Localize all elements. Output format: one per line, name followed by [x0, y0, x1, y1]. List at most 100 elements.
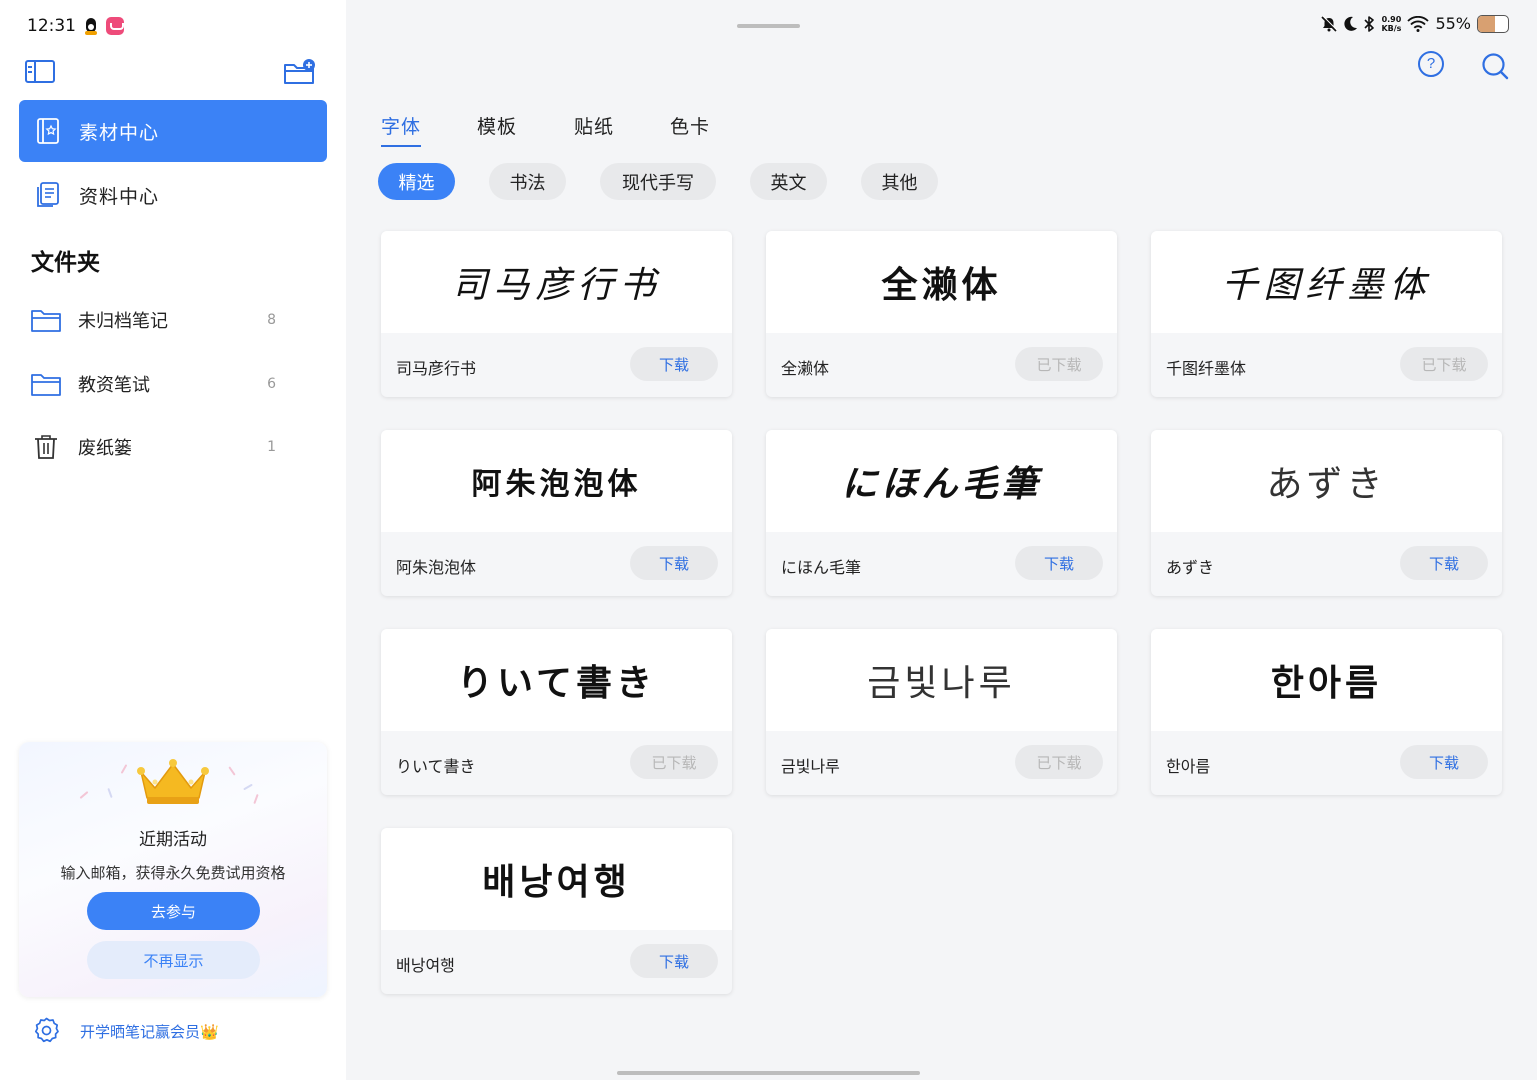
filter-other[interactable]: 其他 — [861, 163, 938, 200]
confetti — [79, 791, 89, 799]
font-card[interactable]: あずき あずき 下载 — [1151, 430, 1502, 596]
battery-percent: 55% — [1435, 14, 1471, 33]
status-time: 12:31 — [27, 16, 124, 36]
font-card[interactable]: 금빛나루 금빛나루 已下载 — [766, 629, 1117, 795]
tab-templates[interactable]: 模板 — [477, 112, 517, 139]
battery-icon — [1477, 14, 1509, 33]
downloaded-button: 已下载 — [1015, 745, 1103, 779]
font-name: 배낭여행 — [396, 956, 455, 975]
tab-color-cards[interactable]: 色卡 — [670, 112, 710, 139]
folder-count: 6 — [267, 376, 276, 392]
font-card[interactable]: にほん毛筆 にほん毛筆 下载 — [766, 430, 1117, 596]
font-card[interactable]: 司马彦行书 司马彦行书 下载 — [381, 231, 732, 397]
download-button[interactable]: 下载 — [1400, 546, 1488, 580]
folder-label: 未归档笔记 — [78, 311, 168, 332]
sidebar: 12:31 素材中心 资料中心 文件夹 未归档笔记 8 教资笔试 6 废纸篓 1… — [0, 0, 346, 1080]
wifi-icon — [1407, 15, 1430, 32]
filter-modern-handwriting[interactable]: 现代手写 — [600, 163, 716, 200]
net-speed-value: 0.90 — [1381, 14, 1402, 24]
crown-icon — [137, 759, 209, 804]
download-button[interactable]: 下载 — [630, 347, 718, 381]
toggle-sidebar-icon[interactable] — [25, 60, 55, 83]
document-icon — [37, 182, 59, 207]
confetti — [253, 793, 259, 805]
promo-description: 输入邮箱，获得永久免费试用资格 — [60, 864, 286, 882]
folder-label: 教资笔试 — [78, 375, 150, 396]
font-preview: あずき — [1151, 430, 1502, 532]
confetti — [228, 766, 236, 776]
font-name: 千图纤墨体 — [1166, 359, 1247, 378]
download-button[interactable]: 下载 — [630, 546, 718, 580]
font-name: 금빛나루 — [781, 757, 840, 776]
nav-item-materials-center[interactable]: 素材中心 — [19, 100, 327, 162]
app-notification-icon — [106, 17, 124, 35]
folder-icon — [31, 310, 61, 332]
clock-text: 12:31 — [27, 16, 76, 36]
font-preview: にほん毛筆 — [766, 430, 1117, 532]
downloaded-button: 已下载 — [1400, 347, 1488, 381]
font-name: 한아름 — [1166, 757, 1211, 776]
qq-icon — [84, 17, 98, 35]
font-preview: 배낭여행 — [381, 828, 732, 930]
material-book-icon — [37, 118, 59, 144]
font-name: りいて書き — [396, 757, 476, 776]
download-button[interactable]: 下载 — [1015, 546, 1103, 580]
nav-item-label: 资料中心 — [79, 185, 160, 208]
window-drag-handle[interactable] — [737, 24, 800, 28]
font-name: あずき — [1166, 558, 1215, 577]
font-name: にほん毛筆 — [781, 558, 862, 577]
font-card[interactable]: 배낭여행 배낭여행 下载 — [381, 828, 732, 994]
folder-item-teacher-exam[interactable]: 教资笔试 6 — [31, 364, 281, 404]
network-speed: 0.90 KB/s — [1381, 15, 1401, 33]
folder-item-unarchived-notes[interactable]: 未归档笔记 8 — [31, 300, 281, 340]
net-speed-unit: KB/s — [1381, 23, 1402, 33]
font-preview: りいて書き — [381, 629, 732, 731]
font-preview: 千图纤墨体 — [1151, 231, 1502, 333]
trash-icon — [35, 435, 57, 459]
moon-icon — [1344, 16, 1358, 31]
folder-count: 1 — [267, 439, 276, 455]
font-card[interactable]: 全濑体 全濑体 已下载 — [766, 231, 1117, 397]
bluetooth-icon — [1364, 15, 1375, 32]
home-indicator[interactable] — [617, 1071, 920, 1075]
battery-level-fill — [1478, 15, 1495, 32]
join-activity-button[interactable]: 去参与 — [87, 892, 260, 930]
filter-english[interactable]: 英文 — [750, 163, 827, 200]
new-folder-icon[interactable] — [283, 58, 317, 86]
folder-item-trash[interactable]: 废纸篓 1 — [31, 427, 281, 467]
tab-fonts[interactable]: 字体 — [381, 112, 422, 147]
status-bar-right: 0.90 KB/s 55% — [1321, 14, 1509, 33]
promo-card: 近期活动 输入邮箱，获得永久免费试用资格 去参与 不再显示 — [19, 742, 327, 997]
tab-stickers[interactable]: 贴纸 — [574, 112, 614, 139]
font-card[interactable]: 千图纤墨体 千图纤墨体 已下载 — [1151, 231, 1502, 397]
font-name: 司马彦行书 — [396, 359, 477, 378]
downloaded-button: 已下载 — [630, 745, 718, 779]
confetti — [243, 783, 253, 791]
downloaded-button: 已下载 — [1015, 347, 1103, 381]
font-preview: 阿朱泡泡体 — [381, 430, 732, 532]
font-preview: 금빛나루 — [766, 629, 1117, 731]
font-card[interactable]: 한아름 한아름 下载 — [1151, 629, 1502, 795]
mute-bell-icon — [1321, 15, 1338, 32]
filter-calligraphy[interactable]: 书法 — [489, 163, 566, 200]
filter-featured[interactable]: 精选 — [378, 163, 455, 200]
confetti — [120, 764, 128, 774]
search-icon[interactable] — [1481, 52, 1509, 80]
font-preview: 司马彦行书 — [381, 231, 732, 333]
help-icon[interactable]: ? — [1418, 51, 1444, 77]
nav-item-resource-center[interactable]: 资料中心 — [19, 164, 327, 226]
back-to-school-promo-link[interactable]: 开学晒笔记赢会员👑 — [80, 1021, 219, 1042]
font-card[interactable]: りいて書き りいて書き 已下载 — [381, 629, 732, 795]
confetti — [107, 787, 113, 799]
dont-show-again-button[interactable]: 不再显示 — [87, 941, 260, 979]
font-name: 全濑体 — [781, 359, 830, 378]
font-preview: 한아름 — [1151, 629, 1502, 731]
folder-label: 废纸篓 — [78, 438, 132, 459]
folder-icon — [31, 374, 61, 396]
download-button[interactable]: 下载 — [630, 944, 718, 978]
font-preview: 全濑体 — [766, 231, 1117, 333]
download-button[interactable]: 下载 — [1400, 745, 1488, 779]
font-card[interactable]: 阿朱泡泡体 阿朱泡泡体 下载 — [381, 430, 732, 596]
font-name: 阿朱泡泡体 — [396, 558, 477, 577]
settings-icon[interactable] — [33, 1017, 60, 1044]
